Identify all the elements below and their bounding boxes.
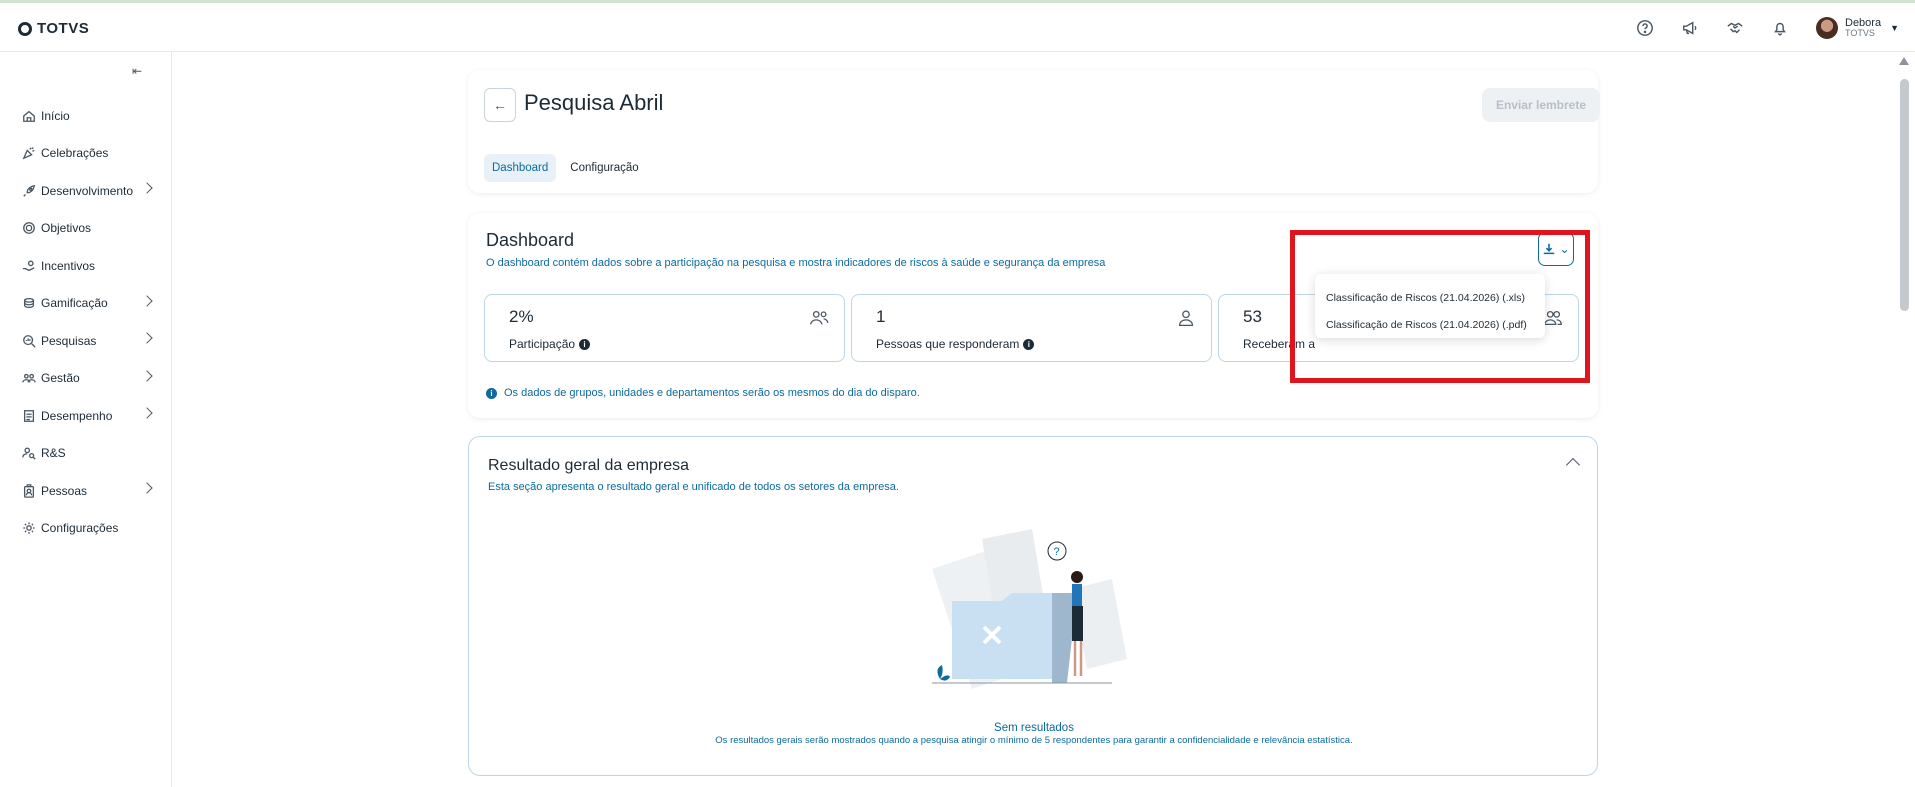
info-note: i Os dados de grupos, unidades e departa… [486,387,920,399]
sidebar-item-label: Configurações [41,521,119,536]
svg-text:?: ? [1054,546,1060,558]
sidebar-item-gamificacao[interactable]: Gamificação [0,285,171,323]
sidebar-item-inicio[interactable]: Início [0,97,171,135]
clipboard-icon [23,409,35,422]
chevron-up-icon[interactable] [1565,457,1581,473]
sidebar-item-label: Objetivos [41,221,92,236]
coins-icon [23,298,35,309]
sidebar-item-pesquisas[interactable]: Pesquisas [0,322,171,360]
stat-value: 2% [509,307,534,326]
home-icon [23,110,35,122]
chevron-right-icon [141,182,153,194]
sidebar: ⇤ Início Celebrações Desenvolvimento Objeti… [0,52,172,787]
chevron-right-icon [141,294,153,307]
stat-participation: 2% Participação i [484,294,845,362]
sidebar-item-label: Gestão [41,371,80,386]
stat-value: 1 [876,307,886,326]
sidebar-item-label: Gamificação [41,296,108,311]
info-note-text: Os dados de grupos, unidades e departame… [504,387,920,399]
sidebar-item-objetivos[interactable]: Objetivos [0,210,171,248]
sidebar-item-incentivos[interactable]: Incentivos [0,247,171,285]
chevron-down-icon: ▼ [1890,23,1899,33]
target-icon [23,222,35,235]
rocket-icon [23,184,36,197]
tab-configuracao[interactable]: Configuração [562,154,646,182]
party-icon [22,147,35,160]
main-content: ← Pesquisa Abril Enviar lembrete Dashboa… [173,52,1893,787]
sidebar-item-configuracoes[interactable]: Configurações [0,510,171,548]
sidebar-item-label: Celebrações [41,146,109,161]
sidebar-item-r-s[interactable]: R&S [0,435,171,473]
info-icon[interactable]: i [1023,338,1035,350]
sidebar-item-label: Pessoas [41,483,88,498]
back-button[interactable]: ← [484,88,516,122]
chevron-right-icon [141,407,153,419]
dashboard-subtitle: O dashboard contém dados sobre a partici… [486,257,1106,269]
send-reminder-button[interactable]: Enviar lembrete [1482,88,1600,122]
empty-state-title: Sem resultados [994,722,1074,734]
collapse-icon[interactable]: ⇤ [132,64,142,78]
team-icon [22,374,36,383]
stat-label: Pessoas que responderam [876,337,1020,351]
sidebar-item-label: Início [41,108,70,123]
sidebar-item-celebracoes[interactable]: Celebrações [0,135,171,173]
handshake-icon[interactable] [1726,19,1744,42]
avatar [1816,17,1838,39]
sidebar-item-gestao[interactable]: Gestão [0,360,171,398]
page-title: Pesquisa Abril [524,90,664,115]
stat-value: 53 [1243,307,1262,326]
logo[interactable]: TOTVS [18,20,89,37]
chevron-right-icon [141,482,153,494]
result-title: Resultado geral da empresa [488,457,690,474]
sidebar-item-label: Desenvolvimento [41,183,134,198]
hand-coin-icon [22,260,35,271]
user-icon [1178,310,1194,326]
scrollbar[interactable] [1893,52,1915,787]
scroll-up-arrow-icon[interactable] [1899,57,1909,65]
sidebar-item-pessoas[interactable]: Pessoas [0,472,171,510]
bell-icon[interactable] [1771,19,1789,42]
chevron-right-icon [141,332,153,344]
sidebar-nav: Início Celebrações Desenvolvimento Objetivo… [0,97,171,547]
result-subtitle: Esta seção apresenta o resultado geral e… [488,481,899,493]
chevron-right-icon [141,369,153,382]
arrow-left-icon: ← [493,97,507,113]
highlight-box [1290,230,1590,383]
info-icon[interactable]: i [579,338,591,350]
survey-header-card: ← Pesquisa Abril Enviar lembrete Dashboa… [468,70,1600,193]
header-icons [1636,19,1789,42]
scroll-thumb[interactable] [1900,79,1909,311]
tabs: Dashboard Configuração [484,154,647,182]
top-header: TOTVS Debora TOTVS ▼ [0,3,1915,52]
sidebar-item-label: Desempenho [41,408,113,423]
stat-label: Participação [509,337,576,351]
users-icon [810,310,829,325]
empty-state-illustration: ? [932,529,1127,689]
gear-icon [23,522,35,534]
sidebar-item-desenvolvimento[interactable]: Desenvolvimento [0,172,171,210]
sidebar-item-label: R&S [41,446,66,461]
result-card: Resultado geral da empresa Esta seção ap… [468,436,1598,776]
sidebar-item-label: Incentivos [41,258,96,273]
badge-icon [23,483,35,498]
sidebar-item-label: Pesquisas [41,333,97,348]
empty-state-description: Os resultados gerais serão mostrados qua… [715,735,1353,746]
tab-dashboard[interactable]: Dashboard [484,154,557,182]
logo-text: TOTVS [37,20,90,37]
info-icon: i [486,387,497,399]
search-chart-icon [23,334,36,348]
megaphone-icon[interactable] [1681,19,1699,42]
stat-respondents: 1 Pessoas que responderam i [851,294,1212,362]
dashboard-title: Dashboard [486,230,575,250]
user-name: Debora [1845,17,1882,29]
help-icon[interactable] [1636,19,1654,42]
user-org: TOTVS [1845,28,1875,38]
sidebar-item-desempenho[interactable]: Desempenho [0,397,171,435]
logo-mark-icon [18,21,32,36]
user-search-icon [22,447,36,460]
user-menu[interactable]: Debora TOTVS ▼ [1816,17,1899,39]
